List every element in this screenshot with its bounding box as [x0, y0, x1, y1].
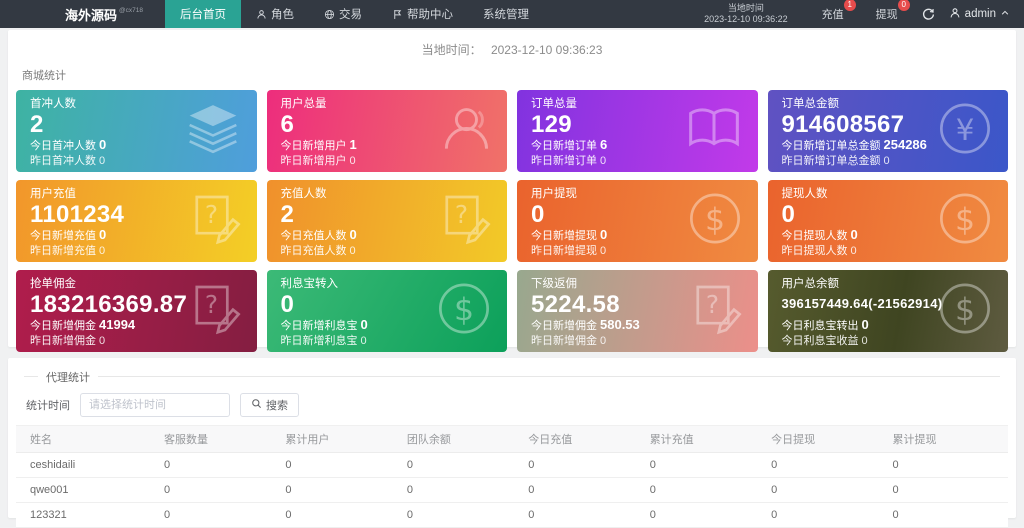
chevron-up-icon	[1000, 8, 1010, 21]
agent-section-title: 代理统计	[38, 369, 98, 385]
stat-cards-grid: 首冲人数 2 今日首冲人数 0 昨日首冲人数 0 用户总量 6 今日新增用户 1 昨日…	[16, 90, 1008, 352]
svg-text:¥: ¥	[956, 113, 975, 147]
doc-edit-icon: ?	[441, 193, 491, 250]
stat-card-first-charge-users: 首冲人数 2 今日首冲人数 0 昨日首冲人数 0	[16, 90, 257, 172]
stat-card-interest-transfer-in: 利息宝转入 0 今日新增利息宝 0 昨日新增利息宝 0 $	[266, 270, 507, 352]
col-today-recharge: 今日充值	[522, 425, 644, 453]
svg-text:?: ?	[204, 200, 217, 229]
agent-section-divider: 代理统计	[24, 369, 1000, 385]
stat-card-withdraw-users: 提现人数 0 今日提现人数 0 昨日提现人数 0 $	[767, 180, 1008, 262]
local-time-value: 2023-12-10 09:36:23	[490, 43, 603, 57]
yen-circle-icon: ¥	[938, 102, 992, 161]
users-icon	[433, 103, 491, 160]
recharge-button[interactable]: 充值 1	[822, 0, 856, 22]
layers-icon	[185, 103, 241, 160]
app-logo: 海外源码 @cx718	[0, 0, 165, 28]
username: admin	[964, 8, 996, 20]
stats-section-title: 商城统计	[22, 70, 66, 82]
local-time-label: 当地时间：	[421, 43, 482, 57]
stat-card-total-orders: 订单总量 129 今日新增订单 6 昨日新增订单 0	[517, 90, 758, 172]
dollar-circle-icon: $	[938, 192, 992, 251]
agent-panel: 代理统计 统计时间 搜索 姓名 客服数量 累计用户 团队余额 今日充值 累计充值	[8, 358, 1016, 528]
svg-text:?: ?	[204, 290, 217, 319]
menu-item-system[interactable]: 系统管理	[468, 0, 544, 28]
stat-card-user-total-balance: 用户总余额 396157449.64(-21562914) 今日利息宝转出 0 今…	[767, 270, 1008, 352]
stat-card-total-users: 用户总量 6 今日新增用户 1 昨日新增用户 0	[266, 90, 507, 172]
stat-card-sub-commission: 下级返佣 5224.58 今日新增佣金 580.53 昨日新增佣金 0 ?	[517, 270, 758, 352]
svg-text:$: $	[955, 202, 975, 238]
col-today-withdraw: 今日提现	[765, 425, 887, 453]
globe-icon	[324, 9, 335, 20]
app-logo-text: 海外源码	[65, 7, 118, 23]
svg-text:$: $	[704, 202, 724, 238]
dollar-circle-icon: $	[938, 282, 992, 341]
navbar-local-time: 当地时间 2023-12-10 09:36:22	[704, 2, 788, 24]
col-service-count: 客服数量	[158, 425, 280, 453]
search-icon	[251, 398, 262, 412]
search-button[interactable]: 搜索	[240, 393, 299, 417]
table-row: qwe001 0 00 00 00	[16, 477, 1008, 503]
withdraw-badge: 0	[897, 0, 910, 11]
agent-filter-form: 统计时间 搜索	[26, 393, 1008, 417]
refresh-icon[interactable]	[922, 8, 935, 21]
svg-text:?: ?	[455, 200, 468, 229]
svg-text:$: $	[955, 292, 975, 328]
table-row: 123321 0 00 00 00	[16, 502, 1008, 528]
dollar-circle-icon: $	[437, 282, 491, 341]
main-menu: 后台首页 角色 交易 帮助中心 系统管理	[164, 0, 544, 28]
top-navbar: 海外源码 @cx718 后台首页 角色 交易 帮助中心 系统管理 当地时间 20…	[0, 0, 1024, 28]
time-filter-label: 统计时间	[26, 400, 70, 412]
stat-card-user-recharge: 用户充值 1101234 今日新增充值 0 昨日新增充值 0 ?	[16, 180, 257, 262]
time-filter-input[interactable]	[80, 393, 230, 417]
flag-icon	[392, 9, 403, 20]
withdraw-button[interactable]: 提现 0	[876, 0, 910, 22]
app-logo-sup: @cx718	[119, 6, 143, 14]
stat-card-order-commission: 抢单佣金 183216369.87 今日新增佣金 41994 昨日新增佣金 0 ?	[16, 270, 257, 352]
svg-text:?: ?	[705, 290, 718, 319]
table-row: ceshidaili 0 00 00 00	[16, 452, 1008, 478]
menu-item-roles[interactable]: 角色	[241, 0, 309, 28]
col-total-recharge: 累计充值	[643, 425, 766, 453]
col-team-balance: 团队余额	[400, 425, 523, 453]
user-icon	[949, 7, 961, 22]
col-total-withdraw: 累计提现	[886, 425, 1008, 453]
col-total-users: 累计用户	[279, 425, 401, 453]
person-icon	[256, 9, 267, 20]
svg-text:$: $	[454, 292, 474, 328]
menu-item-help-center[interactable]: 帮助中心	[377, 0, 468, 28]
menu-item-dashboard[interactable]: 后台首页	[164, 0, 241, 28]
local-time-line: 当地时间： 2023-12-10 09:36:23	[8, 30, 1016, 58]
stats-panel: 当地时间： 2023-12-10 09:36:23 商城统计 首冲人数 2 今日…	[8, 30, 1016, 352]
stat-card-recharge-users: 充值人数 2 今日充值人数 0 昨日充值人数 0 ?	[266, 180, 507, 262]
agent-table-header-row: 姓名 客服数量 累计用户 团队余额 今日充值 累计充值 今日提现 累计提现	[16, 425, 1008, 453]
menu-item-trade[interactable]: 交易	[309, 0, 377, 28]
doc-edit-icon: ?	[692, 283, 742, 340]
stat-card-order-total-amount: 订单总金额 914608567 今日新增订单总金额 254286 昨日新增订单总金…	[767, 90, 1008, 172]
col-name: 姓名	[16, 425, 158, 453]
navbar-right: 当地时间 2023-12-10 09:36:22 充值 1 提现 0 admin	[704, 0, 1024, 28]
recharge-badge: 1	[843, 0, 856, 11]
doc-edit-icon: ?	[191, 283, 241, 340]
agent-table: 姓名 客服数量 累计用户 团队余额 今日充值 累计充值 今日提现 累计提现 ce…	[16, 425, 1008, 528]
doc-edit-icon: ?	[191, 193, 241, 250]
stat-card-user-withdraw: 用户提现 0 今日新增提现 0 昨日新增提现 0 $	[517, 180, 758, 262]
open-book-icon	[686, 105, 742, 158]
user-menu[interactable]: admin	[949, 7, 1010, 22]
dollar-circle-icon: $	[688, 192, 742, 251]
